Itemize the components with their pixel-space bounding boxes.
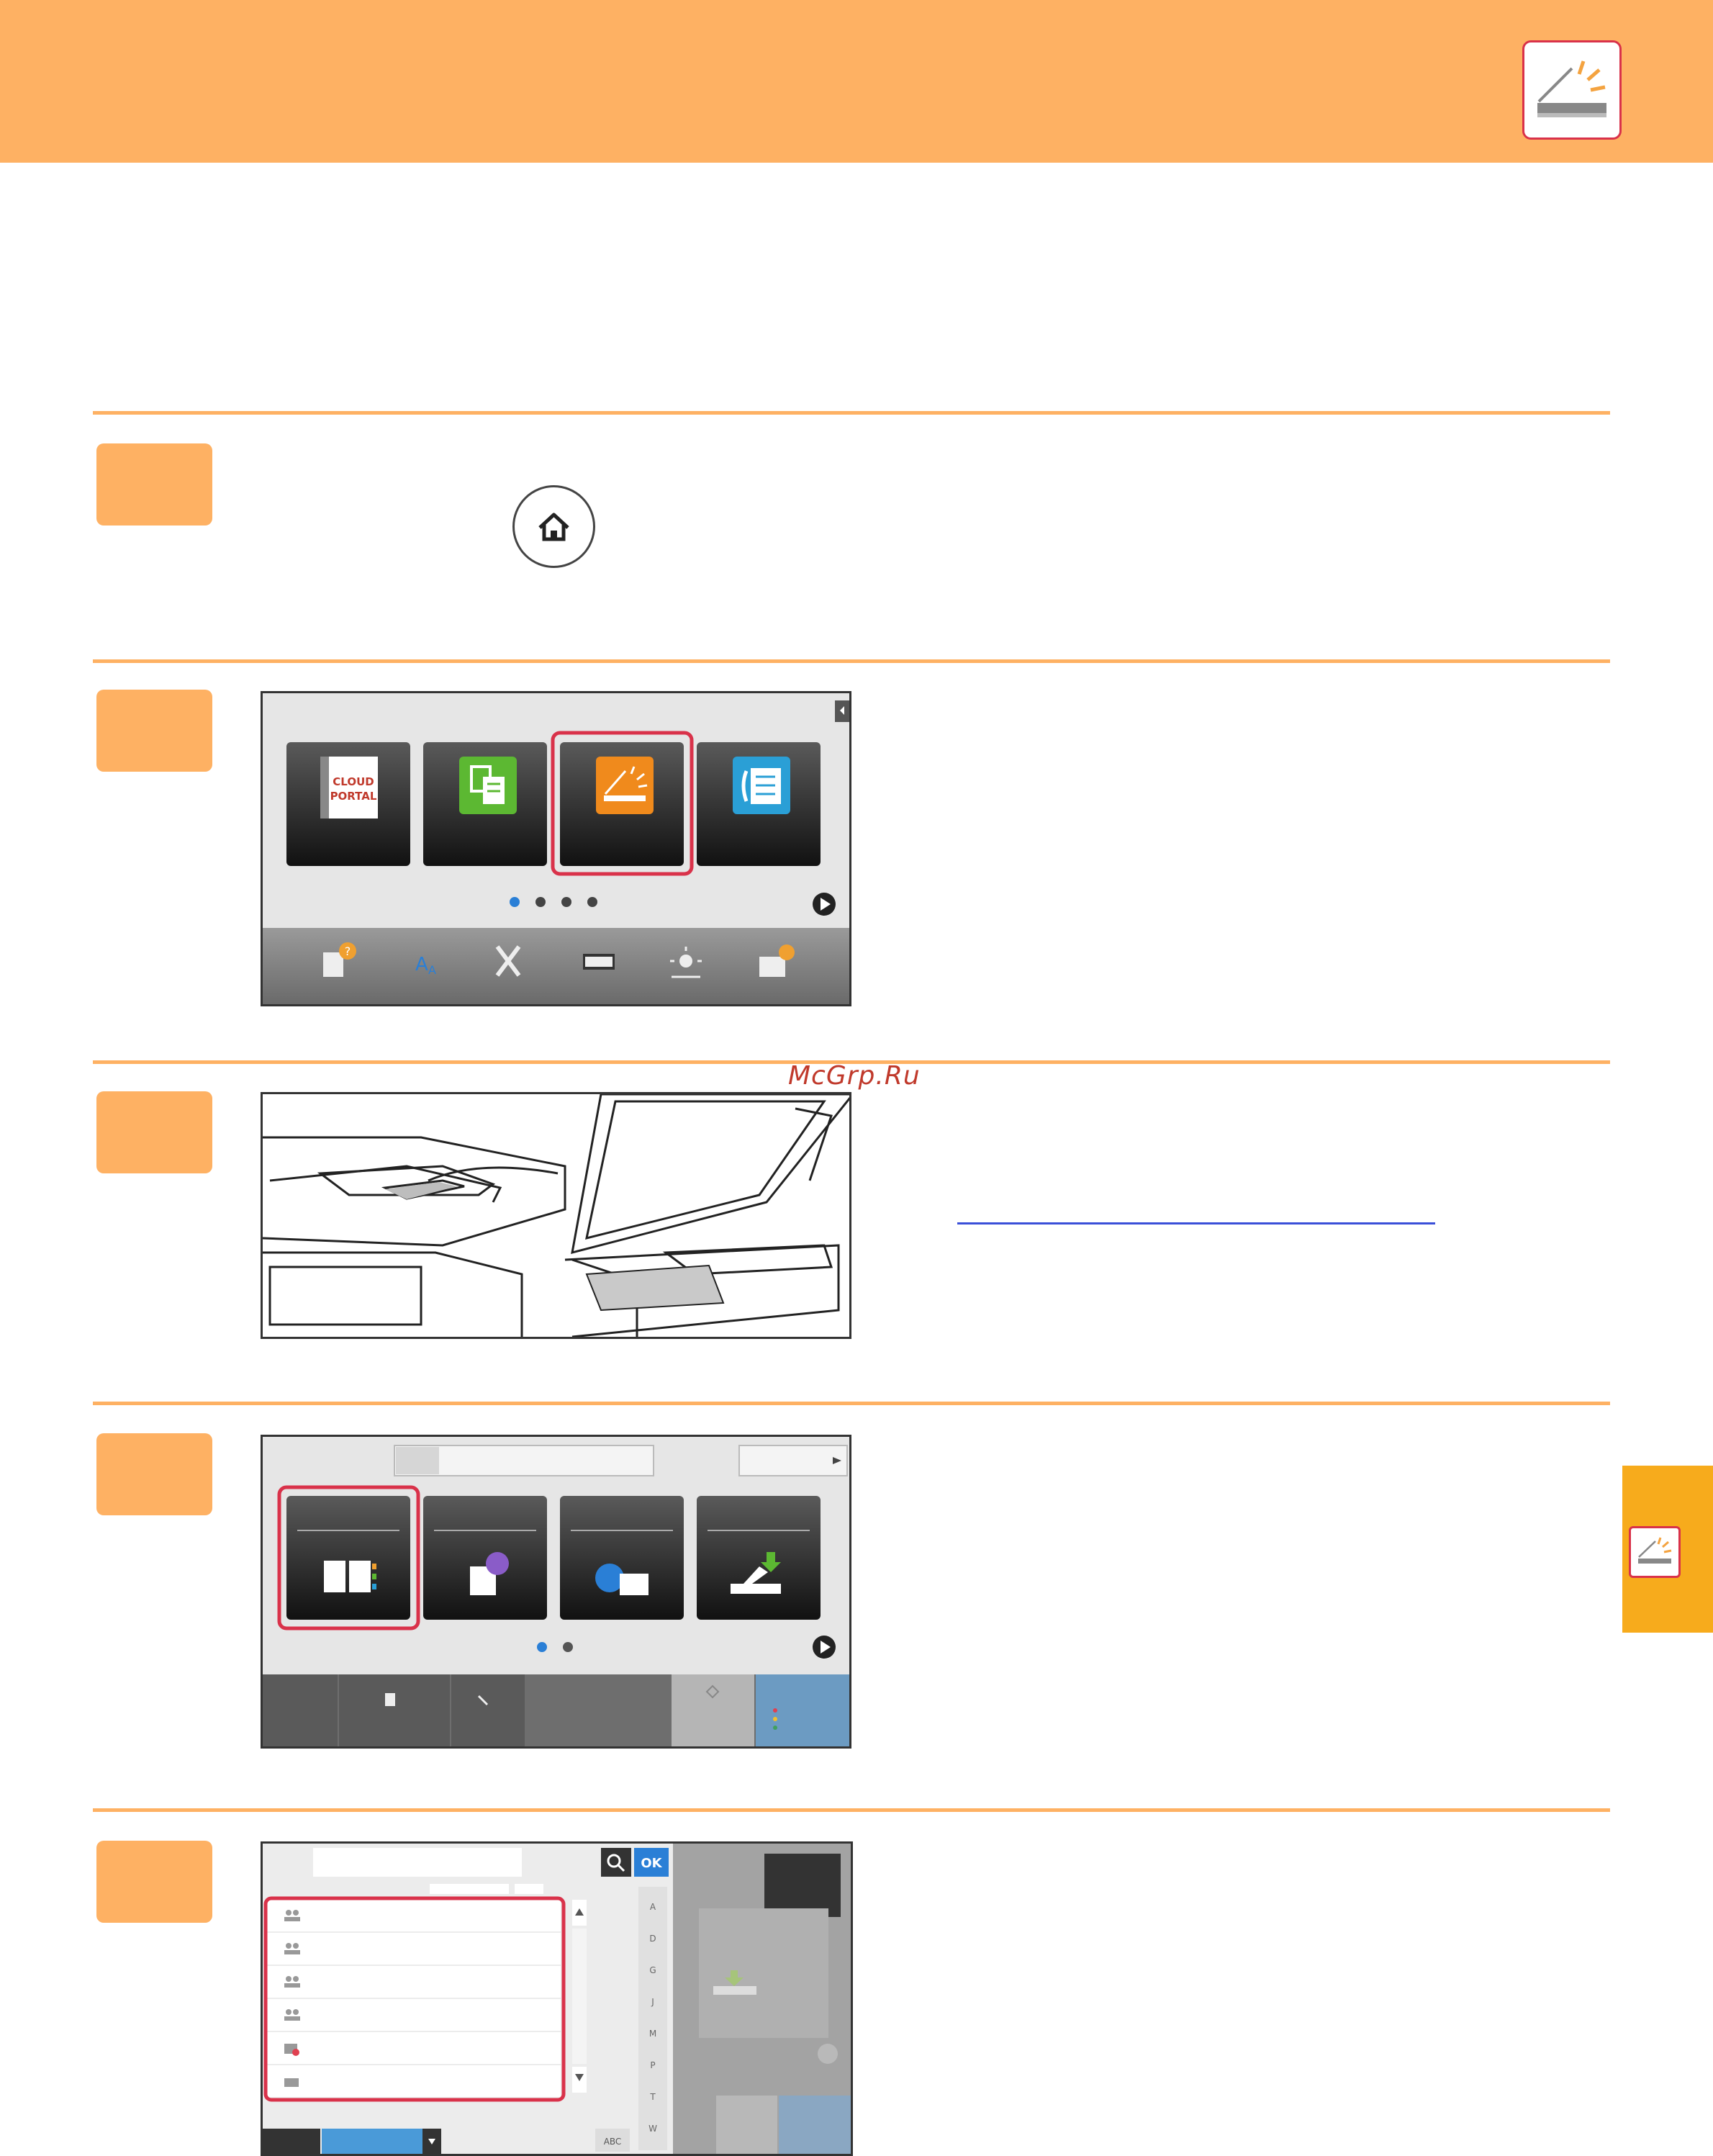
reference-link[interactable] — [957, 1222, 1435, 1224]
section-rule — [93, 411, 1610, 415]
page-dot[interactable] — [537, 1642, 547, 1652]
list-item[interactable] — [266, 1900, 561, 1931]
step-badge-4 — [96, 1433, 212, 1515]
bottom-button[interactable] — [263, 2129, 320, 2154]
global-search-tile[interactable] — [560, 1496, 684, 1620]
scanner-icon — [1629, 1526, 1681, 1578]
bw-start-button[interactable] — [672, 1674, 754, 1746]
watermark: McGrp.Ru — [788, 1061, 921, 1091]
search-icon[interactable] — [601, 1848, 631, 1877]
list-item[interactable] — [266, 2065, 561, 2097]
page-dot[interactable] — [561, 897, 571, 907]
page-dot[interactable] — [563, 1642, 573, 1652]
cloud-portal-tile[interactable]: CLOUD PORTAL — [286, 742, 410, 866]
history-tile[interactable] — [423, 1496, 547, 1620]
email-icon — [284, 2078, 299, 2087]
bottom-button[interactable] — [263, 1674, 338, 1746]
step-badge-5 — [96, 1841, 212, 1923]
index-letter[interactable]: G — [649, 1965, 656, 1975]
auto-set-button[interactable] — [451, 1674, 525, 1746]
ok-label: OK — [641, 1856, 662, 1871]
usb-tile[interactable] — [697, 1496, 821, 1620]
copy-tile[interactable] — [423, 742, 547, 866]
svg-text:PORTAL: PORTAL — [330, 790, 377, 803]
page-dot[interactable] — [535, 897, 546, 907]
section-rule — [93, 1402, 1610, 1405]
index-letter[interactable]: P — [650, 2060, 655, 2070]
home-screen-screenshot: CLOUD PORTAL ? A A — [261, 691, 851, 1006]
index-bar[interactable] — [638, 1887, 667, 2150]
page-dot[interactable] — [587, 897, 597, 907]
index-letter[interactable]: A — [650, 1902, 656, 1912]
index-letter[interactable]: D — [649, 1934, 656, 1944]
list-item[interactable] — [266, 2032, 561, 2064]
scan-tile[interactable] — [551, 731, 694, 876]
address-type-select[interactable] — [322, 2129, 422, 2154]
scan-screen-screenshot — [261, 1435, 851, 1749]
search-input[interactable] — [313, 1848, 522, 1877]
step-badge-1 — [96, 443, 212, 526]
index-letter[interactable]: T — [649, 2092, 656, 2102]
home-icon — [538, 513, 569, 541]
step-badge-2 — [96, 690, 212, 772]
place-original-illustration — [261, 1092, 851, 1339]
address-book-screenshot: OK ABC A D G J M P T W — [261, 1841, 853, 2156]
address-book-tile[interactable] — [277, 1485, 420, 1630]
color-start-button[interactable] — [756, 1674, 849, 1746]
next-button[interactable] — [738, 1445, 848, 1476]
svg-text:?: ? — [345, 944, 351, 958]
svg-text:CLOUD: CLOUD — [333, 775, 374, 788]
section-rule — [93, 1808, 1610, 1812]
chapter-header — [0, 0, 1713, 163]
counter-icon[interactable] — [583, 954, 615, 970]
index-letter[interactable]: J — [651, 1997, 654, 2007]
svg-text:A: A — [415, 954, 428, 975]
index-letter[interactable]: W — [648, 2124, 657, 2134]
section-rule — [93, 659, 1610, 663]
abc-label: ABC — [604, 2137, 622, 2147]
step-badge-3 — [96, 1091, 212, 1173]
page-dot[interactable] — [510, 897, 520, 907]
list-item[interactable] — [266, 1966, 561, 1998]
list-item[interactable] — [266, 1933, 561, 1965]
scanner-icon — [1522, 40, 1622, 140]
index-letter[interactable]: M — [649, 2029, 656, 2039]
svg-text:A: A — [428, 963, 436, 977]
scrollbar[interactable] — [572, 1929, 587, 2064]
fax-tile[interactable] — [697, 742, 821, 866]
home-button[interactable] — [512, 485, 595, 568]
list-item[interactable] — [266, 1999, 561, 2031]
preview-button[interactable] — [339, 1674, 450, 1746]
address-list — [263, 1896, 566, 2102]
